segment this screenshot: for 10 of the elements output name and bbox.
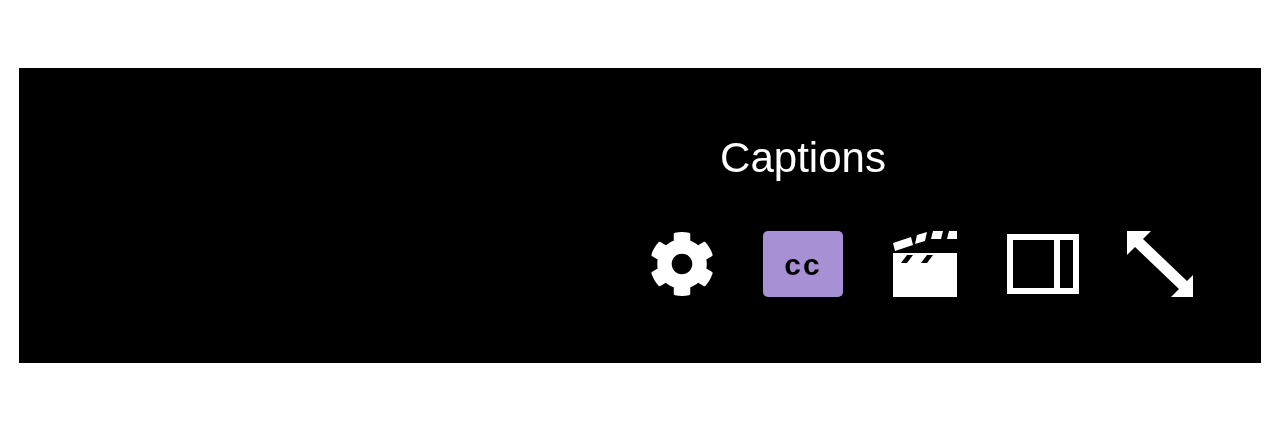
tooltip-text: Captions — [720, 137, 886, 179]
settings-icon — [649, 231, 715, 297]
theater-button[interactable] — [1007, 234, 1079, 294]
settings-button[interactable] — [649, 231, 715, 297]
fullscreen-button[interactable] — [1127, 231, 1195, 297]
captions-button[interactable]: cc — [763, 231, 843, 297]
fullscreen-icon — [1127, 231, 1195, 297]
theater-mode-icon — [1007, 234, 1079, 294]
clip-button[interactable] — [891, 231, 959, 297]
clapperboard-icon — [891, 231, 959, 297]
